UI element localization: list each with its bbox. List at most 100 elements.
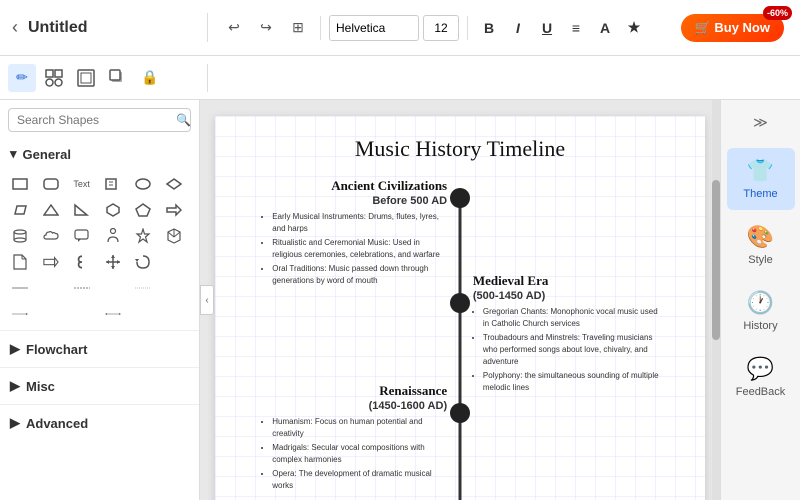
search-box[interactable]: 🔍 (8, 108, 191, 132)
timeline-dot-0 (450, 188, 470, 208)
strikethrough-button[interactable]: ≡ (563, 15, 589, 41)
shape-dashed[interactable] (70, 276, 94, 300)
frame-tool[interactable] (72, 64, 100, 92)
right-panel: ≫ 👕 Theme 🎨 Style 🕐 History 💬 FeedBack (720, 100, 800, 500)
era-medieval-bullets: Gregorian Chants: Monophonic vocal music… (473, 306, 662, 394)
underline-button[interactable]: U (534, 15, 560, 41)
shape-text[interactable]: Text (70, 172, 94, 196)
document-title: Untitled (28, 19, 88, 37)
canvas-area[interactable]: ‹ Music History Timeline Ancient Civiliz… (200, 100, 720, 500)
bullet-item: Early Musical Instruments: Drums, flutes… (272, 211, 447, 235)
bullet-item: Humanism: Focus on human potential and c… (272, 416, 447, 440)
shape-arrow-line[interactable] (8, 302, 32, 326)
category-flowchart-label: Flowchart (26, 342, 87, 357)
shape-star[interactable] (131, 224, 155, 248)
panel-item-style[interactable]: 🎨 Style (727, 214, 795, 276)
shape-rotate-arrows[interactable] (131, 250, 155, 274)
category-flowchart[interactable]: ▶ Flowchart (0, 335, 199, 363)
lock-tool[interactable]: 🔒 (136, 64, 164, 92)
category-advanced-label: Advanced (26, 416, 88, 431)
redo-button[interactable]: ↪ (252, 14, 280, 42)
shape-cylinder[interactable] (8, 224, 32, 248)
toolbar-row2: ✏ 🔒 (0, 56, 800, 100)
shape-pentagon[interactable] (131, 198, 155, 222)
timeline-container: Ancient Civilizations Before 500 AD Earl… (245, 178, 675, 500)
panel-expand-button[interactable]: ≫ (743, 108, 779, 136)
shape-cloud[interactable] (39, 224, 63, 248)
panel-item-feedback[interactable]: 💬 FeedBack (727, 346, 795, 408)
search-input[interactable] (17, 113, 172, 127)
shape-rectangle[interactable] (8, 172, 32, 196)
bullet-item: Polyphony: the simultaneous sounding of … (483, 370, 662, 394)
shape-arrow-right[interactable] (162, 198, 186, 222)
style-icon: 🎨 (747, 224, 774, 250)
collapse-sidebar-button[interactable]: ‹ (200, 285, 214, 315)
panel-style-label: Style (748, 254, 772, 266)
shape-curly[interactable] (70, 250, 94, 274)
shape-doc[interactable] (8, 250, 32, 274)
shape-arrows[interactable] (101, 250, 125, 274)
text-color-button[interactable]: A (592, 15, 618, 41)
shape-arrow-process[interactable] (39, 250, 63, 274)
bold-button[interactable]: B (476, 15, 502, 41)
era-medieval-title: Medieval Era (473, 273, 662, 290)
shapes-tool[interactable] (40, 64, 68, 92)
category-general[interactable]: ▾ General (0, 140, 199, 168)
category-general-label: General (23, 147, 71, 162)
scroll-thumb[interactable] (712, 180, 720, 340)
search-icon: 🔍 (176, 113, 191, 127)
canvas-document: Music History Timeline Ancient Civilizat… (215, 116, 705, 500)
bullet-item: Ritualistic and Ceremonial Music: Used i… (272, 237, 447, 261)
theme-icon: 👕 (747, 158, 774, 184)
shape-ellipse[interactable] (131, 172, 155, 196)
shape-diamond[interactable] (162, 172, 186, 196)
shape-rounded-rect[interactable] (39, 172, 63, 196)
feedback-icon: 💬 (747, 356, 774, 382)
shape-line[interactable] (8, 276, 32, 300)
era-renaissance-title: Renaissance (262, 383, 447, 400)
shape-parallelogram[interactable] (8, 198, 32, 222)
buy-now-label: 🛒 Buy Now (695, 20, 770, 36)
shape-note[interactable] (101, 172, 125, 196)
font-size-input[interactable] (423, 15, 459, 41)
bullet-item: Troubadours and Minstrels: Traveling mus… (483, 332, 662, 368)
category-flowchart-arrow: ▶ (10, 341, 20, 357)
font-selector[interactable] (329, 15, 419, 41)
shape-dotted[interactable] (131, 276, 155, 300)
shape-speech-bubble[interactable] (70, 224, 94, 248)
shape-cube[interactable] (162, 224, 186, 248)
category-advanced[interactable]: ▶ Advanced (0, 409, 199, 437)
undo-button[interactable]: ↩ (220, 14, 248, 42)
shape-hexagon[interactable] (101, 198, 125, 222)
era-medieval-period: (500-1450 AD) (473, 290, 662, 302)
category-misc-label: Misc (26, 379, 55, 394)
shape-right-triangle[interactable] (70, 198, 94, 222)
panel-theme-label: Theme (743, 188, 777, 200)
category-misc-arrow: ▶ (10, 378, 20, 394)
scrollbar[interactable] (712, 100, 720, 500)
shadow-tool[interactable] (104, 64, 132, 92)
bullet-item: Gregorian Chants: Monophonic vocal music… (483, 306, 662, 330)
era-renaissance-bullets: Humanism: Focus on human potential and c… (262, 416, 447, 492)
timeline-title: Music History Timeline (245, 136, 675, 162)
era-ancient-title: Ancient Civilizations (262, 178, 447, 195)
era-ancient-left: Ancient Civilizations Before 500 AD Earl… (262, 178, 447, 289)
back-button[interactable]: ‹ (8, 13, 22, 42)
table-button[interactable]: ⊞ (284, 14, 312, 42)
panel-item-history[interactable]: 🕐 History (727, 280, 795, 342)
category-misc[interactable]: ▶ Misc (0, 372, 199, 400)
shape-person[interactable] (101, 224, 125, 248)
highlight-button[interactable]: ★ (621, 15, 647, 41)
panel-item-theme[interactable]: 👕 Theme (727, 148, 795, 210)
category-advanced-arrow: ▶ (10, 415, 20, 431)
toolbar-separator-1 (320, 16, 321, 40)
era-ancient-period: Before 500 AD (262, 195, 447, 207)
shape-double-arrow[interactable] (101, 302, 125, 326)
italic-button[interactable]: I (505, 15, 531, 41)
pencil-tool[interactable]: ✏ (8, 64, 36, 92)
toolbar-row1: ‹ Untitled ↩ ↪ ⊞ B I U ≡ A ★ 🛒 Buy Now -… (0, 0, 800, 56)
buy-now-button[interactable]: 🛒 Buy Now -60% (681, 14, 784, 42)
toolbar-separator-2 (467, 16, 468, 40)
timeline-dot-2 (450, 403, 470, 423)
shape-triangle[interactable] (39, 198, 63, 222)
